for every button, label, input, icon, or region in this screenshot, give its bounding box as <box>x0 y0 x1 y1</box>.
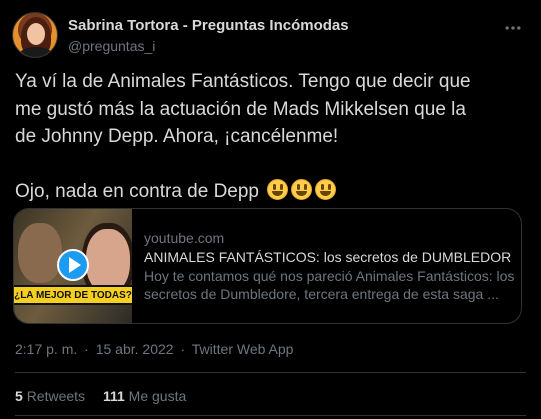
avatar[interactable] <box>12 12 58 58</box>
tweet-date[interactable]: 15 abr. 2022 <box>96 341 174 357</box>
link-preview-card[interactable]: ¿LA MEJOR DE TODAS? youtube.com ANIMALES… <box>13 208 522 324</box>
avatar-shirt <box>19 47 53 57</box>
thumbnail-person-right <box>86 229 130 293</box>
link-title: ANIMALES FANTÁSTICOS: los secretos de DU… <box>144 249 512 265</box>
likes-label: Me gusta <box>128 388 187 404</box>
tweet-source[interactable]: Twitter Web App <box>192 341 294 357</box>
link-domain: youtube.com <box>144 230 225 246</box>
meta-separator: · <box>180 341 186 357</box>
retweets-label: Retweets <box>26 388 86 404</box>
divider <box>15 415 526 416</box>
link-card-body[interactable]: youtube.com ANIMALES FANTÁSTICOS: los se… <box>144 229 515 303</box>
tweet-header: Sabrina Tortora - Preguntas Incómodas @p… <box>12 10 529 58</box>
video-thumbnail[interactable]: ¿LA MEJOR DE TODAS? <box>14 209 132 323</box>
thumbnail-person-left <box>18 223 62 283</box>
avatar-face <box>27 23 45 45</box>
tweet-line: me gustó más la actuación de Mads Mikkel… <box>15 98 466 120</box>
play-icon[interactable] <box>57 249 89 281</box>
more-horizontal-icon <box>505 26 521 30</box>
tweet-line-second-paragraph: Ojo, nada en contra de Depp <box>15 178 530 206</box>
divider <box>15 372 526 373</box>
author-handle[interactable]: @preguntas_i <box>68 38 155 54</box>
likes-stat[interactable]: 111 Me gusta <box>103 388 186 404</box>
likes-count: 111 <box>102 388 125 404</box>
tweet-stats: 5 Retweets 111 Me gusta <box>15 388 200 404</box>
tweet-line: de Johnny Depp. Ahora, ¡cancélenme! <box>15 126 339 147</box>
tweet-line: Ya ví la de Animales Fantásticos. Tengo … <box>15 71 471 92</box>
more-options-button[interactable] <box>501 16 525 40</box>
grinning-face-emoji-icon <box>267 178 289 200</box>
meta-separator: · <box>84 341 89 357</box>
thumbnail-caption: ¿LA MEJOR DE TODAS? <box>14 285 132 305</box>
tweet-text: Ya ví la de Animales Fantásticos. Tengo … <box>15 68 530 205</box>
link-description-line: Hoy te contamos qué nos pareció Animales… <box>144 268 515 284</box>
link-description-line: secretos de Dumbledore, tercera entrega … <box>144 286 499 302</box>
retweets-count: 5 <box>15 388 23 404</box>
grinning-face-emoji-icon <box>291 178 313 200</box>
tweet-time[interactable]: 2:17 p. m. <box>15 341 77 357</box>
tweet-second-paragraph-text: Ojo, nada en contra de Depp <box>15 180 260 202</box>
tweet-metadata: 2:17 p. m. · 15 abr. 2022 · Twitter Web … <box>15 341 293 357</box>
author-name[interactable]: Sabrina Tortora - Preguntas Incómodas <box>68 17 349 34</box>
retweets-stat[interactable]: 5 Retweets <box>15 388 85 404</box>
grinning-face-emoji-icon <box>315 178 337 200</box>
